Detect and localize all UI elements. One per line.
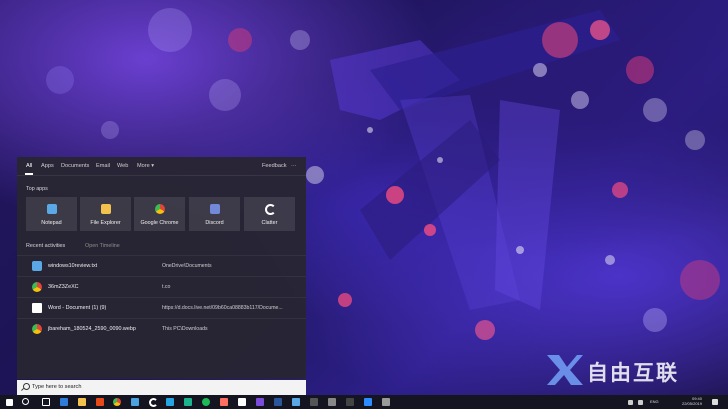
word-doc-icon <box>32 303 42 313</box>
watermark-text: 自由互联 <box>587 362 679 385</box>
clatter-icon[interactable] <box>149 398 158 407</box>
chrome-icon <box>32 282 42 292</box>
word-icon[interactable] <box>274 398 282 406</box>
app-tile-label: Discord <box>205 220 224 226</box>
mail-icon[interactable] <box>131 398 139 406</box>
folder-icon[interactable] <box>78 398 86 406</box>
app-icon[interactable] <box>382 398 390 406</box>
open-timeline-link[interactable]: Open Timeline <box>85 243 120 249</box>
recent-item-location: https://d.docs.live.net/09b60ca08883b117… <box>162 305 283 311</box>
telegram-icon[interactable] <box>166 398 174 406</box>
recent-activities-heading: Recent activities <box>26 243 66 249</box>
app-tile-label: File Explorer <box>90 220 121 226</box>
store-icon[interactable] <box>96 398 104 406</box>
app-tile-clatter[interactable]: Clatter <box>244 197 295 231</box>
chrome-icon[interactable] <box>113 398 121 406</box>
xbox-icon[interactable] <box>310 398 318 406</box>
search-icon <box>23 383 30 390</box>
recent-item-name: Word - Document (1) (9) <box>48 305 107 311</box>
search-icon[interactable] <box>22 398 29 405</box>
notifications-icon[interactable] <box>712 399 718 405</box>
network-icon[interactable] <box>628 400 633 405</box>
recent-item[interactable]: Word - Document (1) (9) https://d.docs.l… <box>17 297 306 318</box>
app-tile-notepad[interactable]: Notepad <box>26 197 77 231</box>
notepad-icon <box>46 204 57 214</box>
clock-date: 22/05/2019 <box>681 401 702 406</box>
recent-item-name: jbareham_180524_2590_0090.webp <box>48 326 136 332</box>
recent-item-location: OneDrive\Documents <box>162 263 212 269</box>
todo-icon[interactable] <box>184 398 192 406</box>
tab-web[interactable]: Web <box>117 163 128 169</box>
terminal-icon[interactable] <box>346 398 354 406</box>
tab-more[interactable]: More ▾ <box>137 163 154 169</box>
app-icon[interactable] <box>364 398 372 406</box>
more-options-icon[interactable]: ··· <box>291 163 297 169</box>
tab-email[interactable]: Email <box>96 163 110 169</box>
folder-icon <box>100 204 111 214</box>
app-tile-google-chrome[interactable]: Google Chrome <box>134 197 185 231</box>
volume-icon[interactable] <box>638 400 643 405</box>
app-tile-label: Notepad <box>41 220 62 226</box>
search-input[interactable]: Type here to search <box>17 380 306 395</box>
recent-item[interactable]: 36mZ3ZeXC t.co <box>17 276 306 297</box>
app-tile-discord[interactable]: Discord <box>189 197 240 231</box>
tab-apps[interactable]: Apps <box>41 163 54 169</box>
onenote-icon[interactable] <box>256 398 264 406</box>
spotify-icon[interactable] <box>202 398 210 406</box>
tab-all[interactable]: All <box>26 163 32 169</box>
windows-start-icon[interactable] <box>6 399 13 406</box>
search-placeholder: Type here to search <box>32 384 82 390</box>
task-view-icon[interactable] <box>42 398 50 406</box>
watermark-x-icon <box>547 355 583 385</box>
chrome-icon <box>32 324 42 334</box>
taskbar: ENG 09:40 22/05/2019 <box>0 395 728 409</box>
notepad-icon <box>32 261 42 271</box>
app-tile-label: Clatter <box>261 220 278 226</box>
recent-item-location: This PC\Downloads <box>162 326 208 332</box>
search-tabs: All Apps Documents Email Web More ▾ Feed… <box>17 157 306 176</box>
recent-item[interactable]: windows10review.txt OneDrive\Documents <box>17 255 306 276</box>
search-panel: All Apps Documents Email Web More ▾ Feed… <box>17 157 306 379</box>
recent-item-location: t.co <box>162 284 171 290</box>
top-apps-heading: Top apps <box>26 186 48 192</box>
tab-documents[interactable]: Documents <box>61 163 89 169</box>
watermark-logo: 自由互联 <box>545 353 725 387</box>
system-clock[interactable]: 09:40 22/05/2019 <box>668 396 702 406</box>
app-tile-label: Google Chrome <box>140 220 179 226</box>
notepad-icon[interactable] <box>292 398 300 406</box>
recent-item-name: 36mZ3ZeXC <box>48 284 79 290</box>
language-indicator[interactable]: ENG <box>650 399 659 404</box>
settings-icon[interactable] <box>328 398 336 406</box>
app-icon[interactable] <box>220 398 228 406</box>
recent-item[interactable]: jbareham_180524_2590_0090.webp This PC\D… <box>17 318 306 339</box>
feedback-link[interactable]: Feedback <box>262 163 287 169</box>
recent-item-name: windows10review.txt <box>48 263 98 269</box>
app-tile-file-explorer[interactable]: File Explorer <box>80 197 131 231</box>
edge-icon[interactable] <box>60 398 68 406</box>
notion-icon[interactable] <box>238 398 246 406</box>
active-tab-indicator <box>25 173 33 175</box>
clatter-icon <box>264 204 276 215</box>
discord-icon <box>209 204 220 214</box>
chrome-icon <box>154 204 165 214</box>
